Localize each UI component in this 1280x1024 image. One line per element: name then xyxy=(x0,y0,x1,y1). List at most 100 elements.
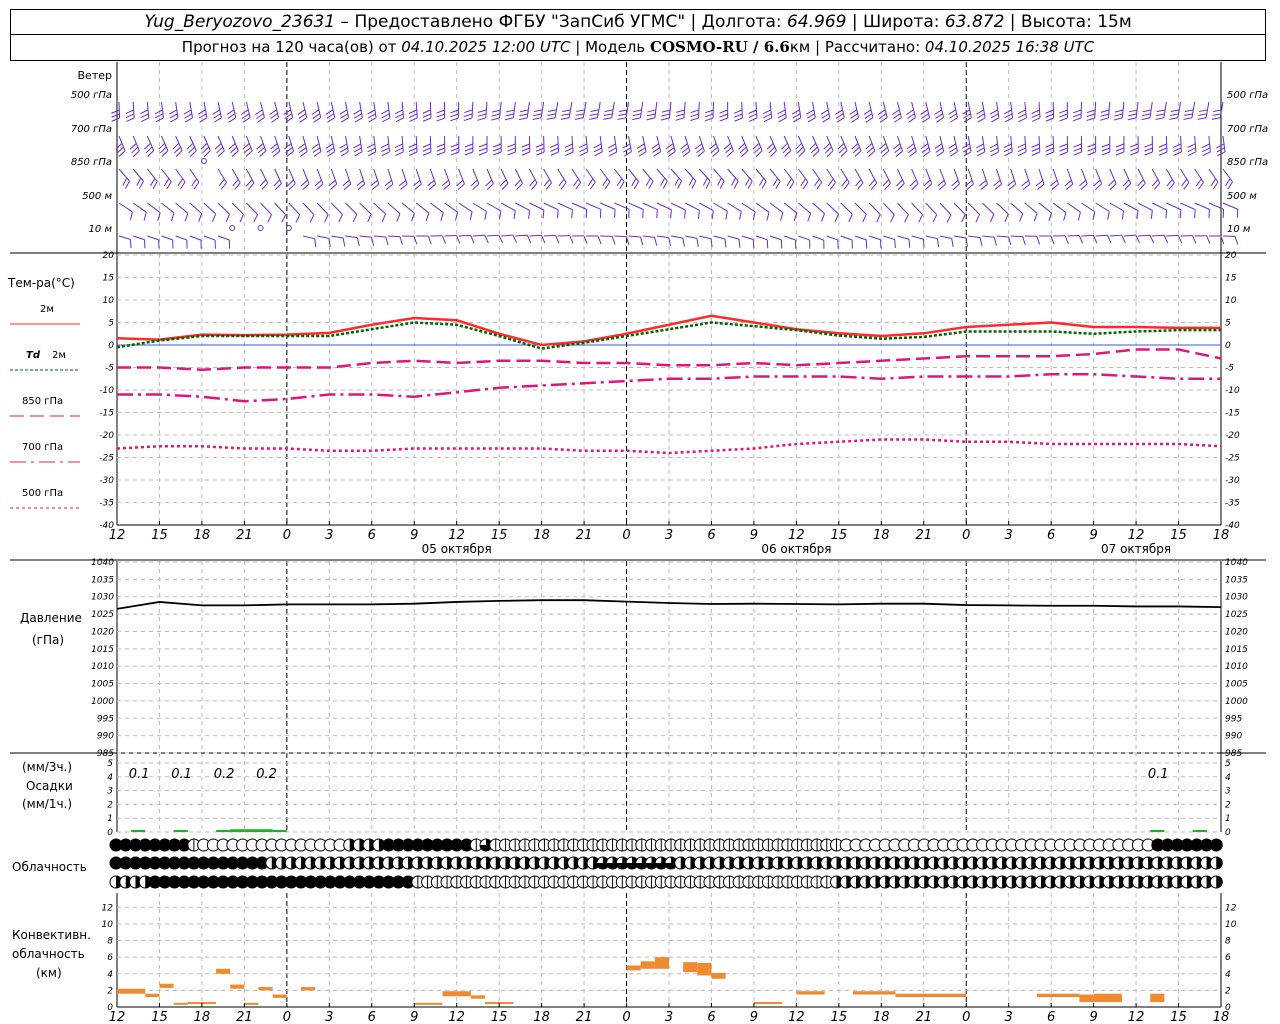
barb-feather xyxy=(690,117,699,122)
wind-level-label: 700 гПа xyxy=(1227,124,1268,135)
barb-feather xyxy=(313,117,322,123)
barb-staff xyxy=(345,202,358,215)
barb-feather xyxy=(1073,147,1082,152)
wind-barb xyxy=(314,168,324,190)
barb-feather xyxy=(651,143,660,149)
barb-feather xyxy=(1017,147,1026,152)
wind-barb xyxy=(169,101,179,123)
wind-barb xyxy=(1151,168,1161,190)
wind-barb xyxy=(1024,202,1038,222)
barb-staff xyxy=(1067,202,1081,213)
y-tick-label: 1015 xyxy=(1225,645,1248,655)
wind-barb xyxy=(996,202,1009,222)
y-tick-label: 0 xyxy=(108,341,114,351)
y-tick-label: 1040 xyxy=(1225,558,1248,568)
wind-barb xyxy=(951,168,960,190)
barb-feather xyxy=(381,109,390,115)
barb-feather xyxy=(1155,117,1164,121)
barb-feather xyxy=(920,143,929,150)
wind-barb xyxy=(854,202,867,223)
barb-feather xyxy=(550,151,559,156)
wind-barb xyxy=(381,101,391,123)
barb-feather xyxy=(949,113,957,119)
barb-feather xyxy=(125,113,135,118)
wind-barb xyxy=(1101,135,1111,156)
barb-feather xyxy=(1101,151,1110,156)
barb-feather xyxy=(631,117,641,121)
barb-feather xyxy=(1144,143,1153,148)
barb-feather xyxy=(352,214,358,223)
barb-feather xyxy=(865,239,868,249)
wind-barb xyxy=(297,101,308,123)
barb-staff xyxy=(1081,234,1094,237)
barb-staff xyxy=(231,202,244,215)
time-tick-label: 12 xyxy=(109,1010,126,1024)
cloud-cover-mark xyxy=(1216,876,1223,888)
barb-staff xyxy=(147,202,161,213)
barb-feather xyxy=(450,113,459,118)
wind-barb xyxy=(228,135,239,157)
time-tick-label: 21 xyxy=(236,1010,253,1024)
barb-feather xyxy=(949,151,958,157)
barb-feather xyxy=(170,212,175,222)
barb-staff xyxy=(812,168,823,183)
date-label: 07 октября xyxy=(1101,542,1171,556)
barb-feather xyxy=(1127,117,1137,121)
wind-barb xyxy=(269,101,280,123)
barb-feather xyxy=(652,147,660,153)
wind-barb xyxy=(1053,235,1069,244)
wind-barb xyxy=(203,202,217,222)
barb-feather xyxy=(1059,117,1068,122)
wind-barb xyxy=(939,235,954,247)
barb-staff xyxy=(670,235,683,239)
wind-barb xyxy=(968,235,983,247)
barb-feather xyxy=(226,109,235,115)
barb-feather xyxy=(312,113,321,119)
barb-staff xyxy=(684,202,700,211)
time-tick-label: 12 xyxy=(448,528,465,543)
barb-staff xyxy=(698,168,711,182)
barb-feather xyxy=(1113,117,1123,121)
barb-feather xyxy=(367,109,376,115)
wind-barb xyxy=(826,202,839,222)
wind-barb xyxy=(1201,135,1211,157)
barb-feather xyxy=(617,117,627,121)
barb-staff xyxy=(1165,168,1175,184)
barb-feather xyxy=(936,151,944,157)
barb-feather xyxy=(564,143,573,149)
barb-staff xyxy=(812,202,825,214)
barb-staff xyxy=(840,235,853,241)
wind-barb xyxy=(1038,202,1053,222)
barb-staff xyxy=(798,202,811,214)
barb-feather xyxy=(990,151,999,157)
barb-feather xyxy=(1198,109,1208,112)
barb-staff xyxy=(118,168,130,182)
barb-feather xyxy=(1073,143,1082,148)
barb-feather xyxy=(354,151,363,157)
y-tick-label: 20 xyxy=(1225,251,1237,261)
wind-barb xyxy=(809,135,820,157)
wind-barb xyxy=(967,202,980,223)
wind-barb xyxy=(125,101,135,122)
barb-feather xyxy=(1064,235,1069,244)
time-tick-label: 3 xyxy=(325,528,333,543)
barb-feather xyxy=(675,113,685,117)
barb-feather xyxy=(493,147,502,152)
barb-feather xyxy=(1212,113,1222,116)
wind-barb xyxy=(897,202,909,223)
barb-feather xyxy=(1172,143,1182,148)
barb-staff xyxy=(132,168,144,182)
barb-feather xyxy=(253,214,258,223)
barb-feather xyxy=(1130,147,1139,152)
barb-feather xyxy=(820,213,825,222)
barb-feather xyxy=(513,210,516,220)
wind-barb xyxy=(934,135,945,157)
barb-staff xyxy=(118,202,133,213)
barb-feather xyxy=(1101,143,1110,148)
legend-label: Td xyxy=(26,350,41,361)
wind-barb xyxy=(504,101,516,121)
barb-feather xyxy=(922,117,930,123)
wind-barb xyxy=(719,101,729,122)
barb-feather xyxy=(921,113,929,119)
barb-feather xyxy=(422,113,431,118)
